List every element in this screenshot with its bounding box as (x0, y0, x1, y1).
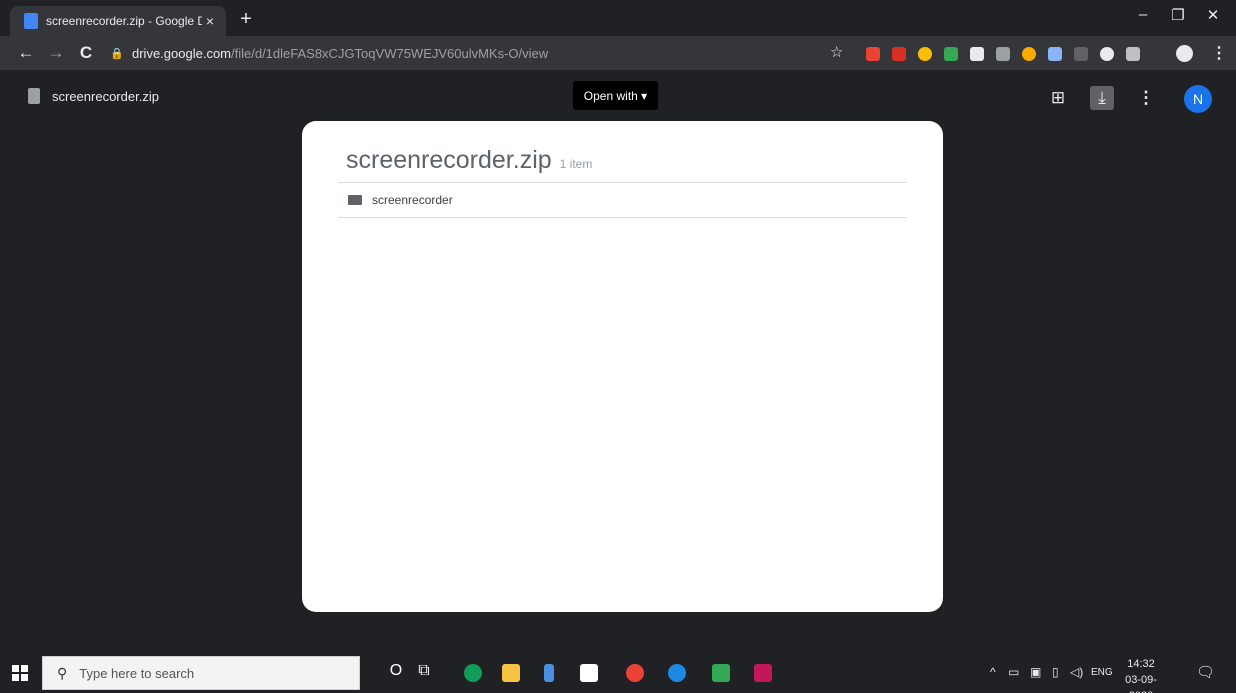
media-control-icon[interactable] (1126, 47, 1140, 61)
file-explorer-icon[interactable] (502, 664, 520, 682)
list-item[interactable]: screenrecorder (338, 183, 907, 217)
pen-icon[interactable]: ▯ (1052, 665, 1059, 679)
restore-button[interactable]: ❐ (1163, 6, 1193, 24)
chrome-icon[interactable] (626, 664, 644, 682)
cortana-icon[interactable]: O (386, 662, 406, 680)
folder-icon (348, 195, 362, 205)
viewer-header: screenrecorder.zip Open with ▾ ⊞ ⤓ ⋮ N (0, 70, 1236, 126)
edge-icon[interactable] (464, 664, 482, 682)
store-icon[interactable] (580, 664, 598, 682)
extension-icon[interactable] (918, 47, 932, 61)
screen: screenrecorder.zip - Google Drive × + – … (0, 0, 1236, 693)
tab-close-icon[interactable]: × (202, 13, 218, 29)
profile-icon[interactable] (1176, 45, 1193, 62)
task-view-icon[interactable]: ⧉ (414, 662, 434, 680)
search-icon: ⚲ (57, 664, 68, 681)
address-bar[interactable]: 🔒 drive.google.com /file/d/1dleFAS8xCJGT… (110, 41, 860, 65)
volume-icon[interactable]: ◁) (1070, 665, 1083, 679)
divider (338, 217, 907, 218)
extension-icon[interactable] (996, 47, 1010, 61)
clock-time: 14:32 (1127, 658, 1155, 670)
app-icon[interactable] (754, 664, 772, 682)
battery-icon[interactable]: ▭ (1008, 665, 1019, 679)
extension-icon[interactable] (1048, 47, 1062, 61)
windows-start-icon[interactable] (12, 665, 28, 681)
clock-date: 03-09-2020 (1125, 674, 1157, 693)
app-icon[interactable] (712, 664, 730, 682)
extension-icon[interactable] (892, 47, 906, 61)
search-placeholder: Type here to search (79, 665, 195, 681)
app-icon[interactable] (544, 664, 554, 682)
chrome-menu-icon[interactable]: ⋮ (1211, 43, 1227, 63)
archive-title: screenrecorder.zip 1 item (346, 146, 592, 175)
folder-name: screenrecorder (372, 193, 453, 207)
viewer-file-name: screenrecorder.zip (52, 89, 159, 104)
extension-icon[interactable] (1074, 47, 1088, 61)
minimize-button[interactable]: – (1128, 6, 1158, 23)
drive-extension-icon[interactable] (944, 47, 958, 61)
tab-drive[interactable]: screenrecorder.zip - Google Drive × (10, 6, 226, 36)
network-icon[interactable]: ▣ (1030, 665, 1041, 679)
new-tab-button[interactable]: + (236, 9, 256, 29)
download-icon[interactable]: ⤓ (1090, 86, 1114, 110)
extension-icon[interactable] (866, 47, 880, 61)
close-window-button[interactable]: ✕ (1198, 6, 1228, 24)
lock-icon: 🔒 (110, 47, 124, 60)
clock[interactable]: 14:32 03-09-2020 (1116, 656, 1166, 693)
open-with-button[interactable]: Open with ▾ (573, 81, 658, 110)
tray-overflow-icon[interactable]: ^ (990, 665, 996, 679)
forward-button[interactable]: → (46, 43, 66, 63)
add-comment-icon[interactable]: ⊞ (1046, 86, 1070, 110)
internet-explorer-icon[interactable] (668, 664, 686, 682)
extension-icon[interactable] (970, 47, 984, 61)
zip-file-icon (28, 88, 40, 104)
tab-strip: screenrecorder.zip - Google Drive × + – … (0, 0, 1236, 36)
url-host: drive.google.com (132, 45, 231, 61)
language-indicator[interactable]: ENG (1091, 667, 1113, 678)
browser-toolbar: ← → C 🔒 drive.google.com /file/d/1dleFAS… (0, 36, 1236, 70)
extensions-puzzle-icon[interactable] (1100, 47, 1114, 61)
drive-file-icon (24, 13, 38, 29)
back-button[interactable]: ← (16, 43, 36, 63)
bookmark-star-icon[interactable]: ☆ (830, 43, 843, 61)
reload-button[interactable]: C (76, 43, 96, 63)
archive-name: screenrecorder.zip (346, 146, 552, 174)
archive-preview-card: screenrecorder.zip 1 item screenrecorder (302, 121, 943, 612)
avatar[interactable]: N (1184, 85, 1212, 113)
archive-item-count: 1 item (559, 157, 593, 171)
notification-icon[interactable]: 🗨 (1196, 663, 1215, 681)
windows-taskbar: ⚲ Type here to search O ⧉ ^ ▭ ▣ ▯ ◁) ENG… (0, 653, 1236, 693)
extension-icon[interactable] (1022, 47, 1036, 61)
taskbar-search-input[interactable]: ⚲ Type here to search (42, 656, 360, 690)
url-path: /file/d/1dleFAS8xCJGToqVW75WEJV60ulvMKs-… (231, 45, 549, 61)
more-actions-icon[interactable]: ⋮ (1134, 86, 1158, 110)
tab-title: screenrecorder.zip - Google Drive (46, 14, 202, 28)
